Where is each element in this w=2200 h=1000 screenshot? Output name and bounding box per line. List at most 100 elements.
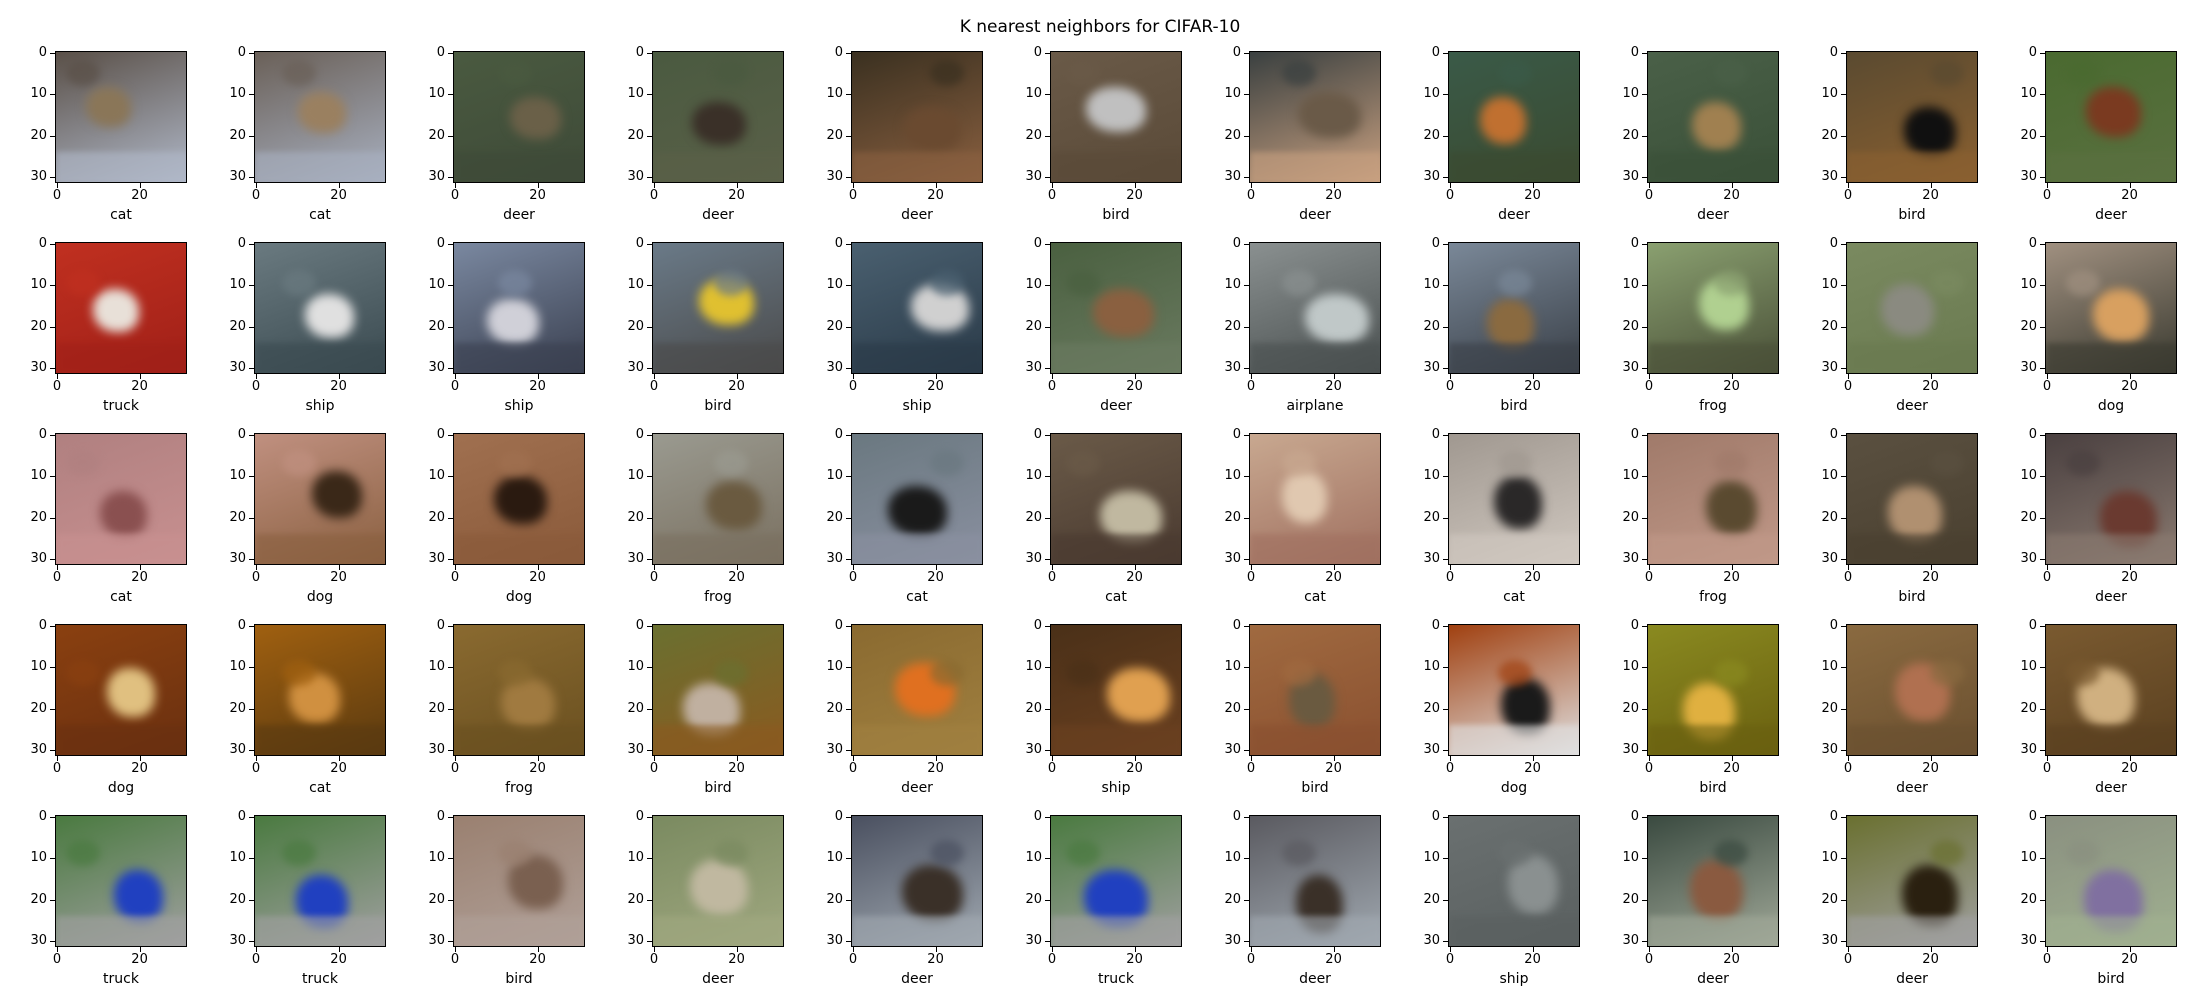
y-tick-mark bbox=[1642, 817, 1647, 818]
neighbor-panel: 0 10 20 30 0 20 bird bbox=[2020, 809, 2177, 987]
x-tick-label: 20 bbox=[1325, 188, 1342, 203]
y-tick-mark bbox=[1642, 626, 1647, 627]
y-tick-label: 0 bbox=[1232, 618, 1241, 633]
y-tick-mark bbox=[249, 367, 254, 369]
y-tick-mark bbox=[1244, 749, 1249, 751]
y-tick-label: 0 bbox=[1829, 809, 1838, 824]
y-tick-mark bbox=[647, 53, 652, 54]
y-tick-label: 0 bbox=[436, 236, 445, 251]
y-tick-label: 30 bbox=[428, 359, 445, 375]
x-tick-label: 0 bbox=[1644, 188, 1654, 203]
x-tick-label: 20 bbox=[2121, 952, 2138, 967]
neighbor-class-label: ship bbox=[504, 398, 534, 414]
neighbor-image bbox=[2045, 624, 2177, 756]
y-tick-label: 10 bbox=[1224, 86, 1241, 102]
y-tick-mark bbox=[50, 749, 55, 751]
neighbor-image bbox=[254, 815, 386, 947]
y-tick-mark bbox=[1443, 176, 1448, 178]
y-tick-label: 20 bbox=[1821, 127, 1838, 143]
y-tick-mark bbox=[1642, 53, 1647, 54]
neighbor-panel: 0 10 20 30 0 20 bird bbox=[1821, 45, 1978, 223]
y-tick-label: 20 bbox=[826, 127, 843, 143]
y-tick-label: 0 bbox=[1431, 45, 1440, 60]
neighbor-class-label: cat bbox=[309, 207, 331, 223]
y-tick-label: 0 bbox=[38, 809, 47, 824]
x-tick-label: 0 bbox=[649, 379, 659, 394]
x-tick-label: 20 bbox=[1723, 952, 1740, 967]
x-tick-label: 20 bbox=[1922, 952, 1939, 967]
y-tick-label: 0 bbox=[436, 427, 445, 442]
y-tick-mark bbox=[50, 940, 55, 942]
x-tick-label: 0 bbox=[1047, 761, 1057, 776]
y-tick-mark bbox=[846, 517, 851, 519]
y-tick-mark bbox=[448, 326, 453, 328]
y-tick-mark bbox=[448, 285, 453, 287]
y-tick-label: 30 bbox=[30, 550, 47, 566]
y-tick-mark bbox=[2040, 517, 2045, 519]
y-tick-label: 30 bbox=[229, 359, 246, 375]
y-tick-mark bbox=[1642, 940, 1647, 942]
x-tick-label: 0 bbox=[1843, 379, 1853, 394]
y-tick-label: 30 bbox=[1025, 741, 1042, 757]
y-tick-label: 10 bbox=[627, 468, 644, 484]
neighbor-class-label: truck bbox=[103, 971, 139, 987]
y-tick-label: 30 bbox=[2020, 359, 2037, 375]
y-tick-mark bbox=[1642, 367, 1647, 369]
y-tick-label: 0 bbox=[1630, 618, 1639, 633]
y-tick-mark bbox=[1841, 749, 1846, 751]
y-tick-mark bbox=[2040, 135, 2045, 137]
y-tick-label: 10 bbox=[1025, 86, 1042, 102]
y-tick-mark bbox=[1443, 708, 1448, 710]
y-tick-label: 10 bbox=[1821, 659, 1838, 675]
y-tick-mark bbox=[1045, 817, 1050, 818]
neighbor-panel: 0 10 20 30 0 20 truck bbox=[1025, 809, 1182, 987]
y-tick-label: 10 bbox=[2020, 468, 2037, 484]
neighbor-class-label: truck bbox=[1098, 971, 1134, 987]
x-tick-label: 0 bbox=[1047, 188, 1057, 203]
y-tick-mark bbox=[448, 135, 453, 137]
y-tick-mark bbox=[1443, 858, 1448, 860]
x-tick-label: 0 bbox=[848, 188, 858, 203]
y-tick-label: 30 bbox=[428, 741, 445, 757]
y-tick-label: 0 bbox=[1829, 427, 1838, 442]
neighbor-panel: 0 10 20 30 0 20 deer bbox=[1423, 45, 1580, 223]
neighbor-class-label: frog bbox=[1699, 589, 1727, 605]
y-tick-mark bbox=[448, 749, 453, 751]
neighbor-panel: 0 10 20 30 0 20 deer bbox=[1622, 45, 1779, 223]
x-tick-label: 20 bbox=[529, 379, 546, 394]
x-tick-label: 0 bbox=[1843, 188, 1853, 203]
y-tick-label: 20 bbox=[1025, 700, 1042, 716]
x-tick-label: 0 bbox=[1843, 952, 1853, 967]
x-tick-label: 0 bbox=[1445, 188, 1455, 203]
x-tick-label: 20 bbox=[330, 188, 347, 203]
y-tick-mark bbox=[1045, 435, 1050, 436]
y-tick-label: 0 bbox=[635, 427, 644, 442]
neighbor-image bbox=[1647, 51, 1779, 183]
y-tick-mark bbox=[846, 476, 851, 478]
x-tick-label: 0 bbox=[649, 570, 659, 585]
neighbor-class-label: deer bbox=[2095, 589, 2127, 605]
y-tick-mark bbox=[1045, 53, 1050, 54]
neighbor-class-label: ship bbox=[305, 398, 335, 414]
neighbor-class-label: dog bbox=[107, 780, 135, 796]
x-tick-label: 0 bbox=[251, 952, 261, 967]
y-tick-label: 0 bbox=[237, 427, 246, 442]
y-tick-label: 30 bbox=[2020, 741, 2037, 757]
x-tick-label: 0 bbox=[52, 761, 62, 776]
y-tick-mark bbox=[1244, 367, 1249, 369]
y-tick-label: 30 bbox=[2020, 168, 2037, 184]
y-tick-mark bbox=[1841, 558, 1846, 560]
x-tick-label: 20 bbox=[728, 188, 745, 203]
y-tick-mark bbox=[1642, 749, 1647, 751]
y-tick-label: 0 bbox=[635, 618, 644, 633]
y-tick-label: 10 bbox=[1821, 850, 1838, 866]
y-tick-label: 0 bbox=[1829, 45, 1838, 60]
x-tick-label: 20 bbox=[131, 761, 148, 776]
y-tick-mark bbox=[249, 817, 254, 818]
y-tick-label: 0 bbox=[436, 45, 445, 60]
y-tick-mark bbox=[1841, 94, 1846, 96]
y-tick-mark bbox=[1443, 558, 1448, 560]
y-tick-label: 20 bbox=[1423, 127, 1440, 143]
y-tick-label: 20 bbox=[229, 127, 246, 143]
y-tick-mark bbox=[1443, 94, 1448, 96]
